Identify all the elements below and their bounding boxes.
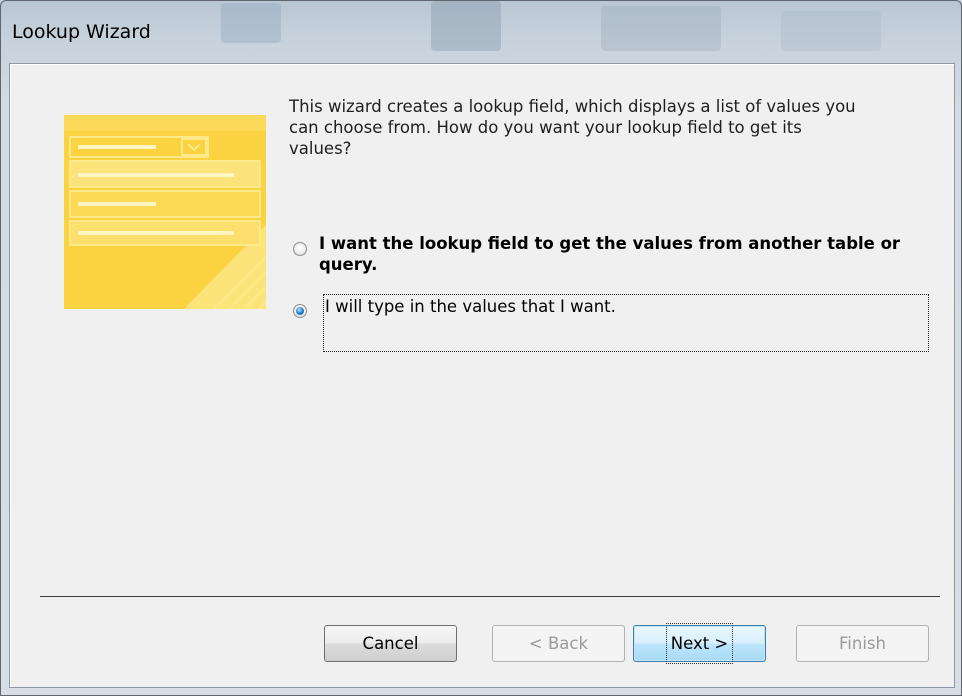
next-button-label: Next > bbox=[665, 623, 734, 664]
lookup-wizard-illustration bbox=[64, 115, 266, 309]
option-type-values-radio[interactable] bbox=[293, 304, 307, 318]
back-button-label: < Back bbox=[528, 634, 589, 653]
option-table-query-radio[interactable] bbox=[293, 242, 307, 256]
finish-button-label: Finish bbox=[839, 634, 886, 653]
cancel-button-label: Cancel bbox=[362, 634, 419, 653]
option-table-query-label[interactable]: I want the lookup field to get the value… bbox=[319, 233, 939, 275]
wizard-client-area: This wizard creates a lookup field, whic… bbox=[9, 63, 955, 688]
title-bar-glass bbox=[601, 6, 721, 51]
option-type-values-label[interactable]: I will type in the values that I want. bbox=[325, 296, 616, 317]
cancel-button[interactable]: Cancel bbox=[324, 625, 457, 662]
finish-button[interactable]: Finish bbox=[796, 625, 929, 662]
wizard-prompt: This wizard creates a lookup field, whic… bbox=[289, 97, 856, 158]
window-title: Lookup Wizard bbox=[12, 21, 151, 43]
dialog-window: Lookup Wizard This wizard creates a look… bbox=[0, 0, 962, 696]
back-button[interactable]: < Back bbox=[492, 625, 625, 662]
next-button[interactable]: Next > bbox=[633, 623, 766, 664]
title-bar-glass bbox=[221, 3, 281, 43]
button-separator bbox=[40, 596, 940, 597]
title-bar-glass bbox=[431, 1, 501, 51]
title-bar-glass bbox=[781, 11, 881, 51]
